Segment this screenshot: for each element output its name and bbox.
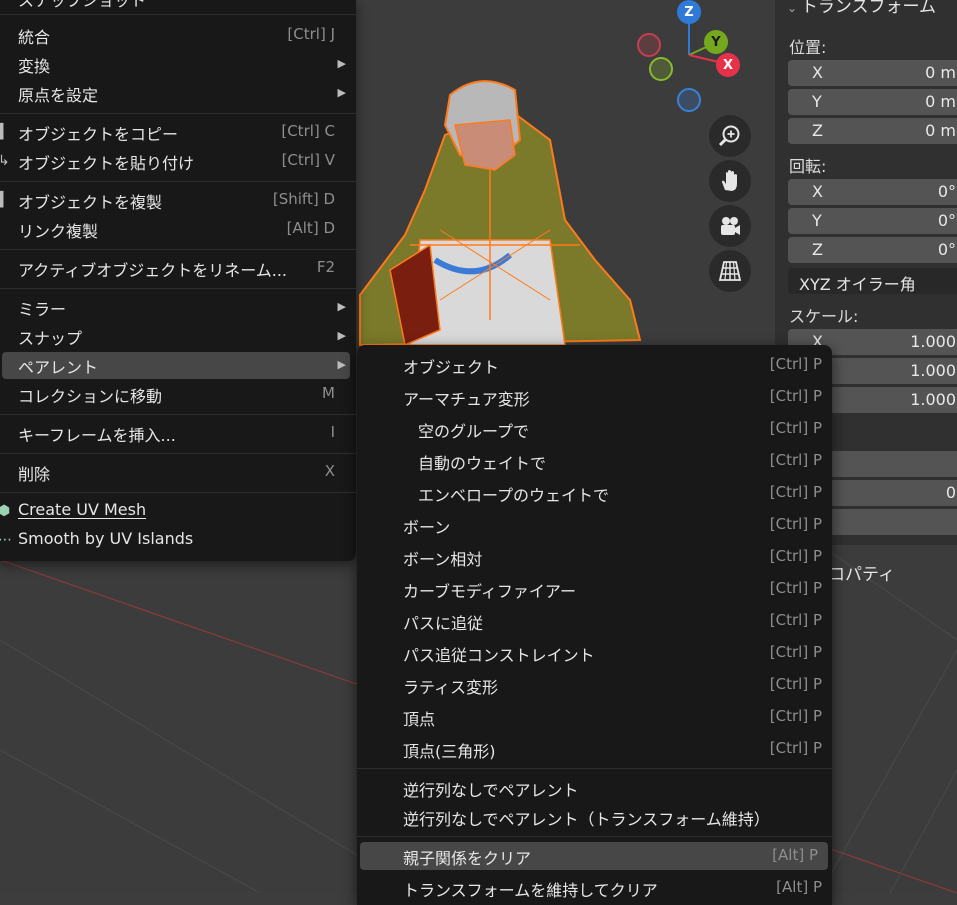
parent-submenu: オブジェクト [Ctrl] P アーマチュア変形 [Ctrl] P 空のグループで[…: [357, 345, 832, 905]
submenu-arrow-icon: ▶: [337, 57, 346, 70]
menu-item-snap[interactable]: スナップ ▶: [0, 323, 350, 350]
submenu-item-with-empty-groups[interactable]: 空のグループで [Ctrl] P: [357, 415, 832, 443]
scale-label: スケール:: [789, 307, 859, 326]
submenu-item-with-automatic-weights[interactable]: 自動のウェイトで [Ctrl] P: [357, 447, 832, 475]
grid-perspective-icon[interactable]: [709, 250, 751, 292]
submenu-item-follow-path[interactable]: パスに追従 [Ctrl] P: [357, 607, 832, 635]
submenu-item-curve-modifier[interactable]: カーブモディファイアー [Ctrl] P: [357, 575, 832, 603]
submenu-item-clear-parent[interactable]: 親子関係をクリア [Alt] P: [360, 842, 828, 870]
copy-icon: ▌: [0, 124, 9, 140]
submenu-arrow-icon: ▶: [337, 86, 346, 99]
menu-item-smooth-by-uv-islands[interactable]: ⋯ Smooth by UV Islands: [0, 527, 350, 554]
submenu-item-bone-relative[interactable]: ボーン相対 [Ctrl] P: [357, 543, 832, 571]
submenu-arrow-icon: ▶: [337, 329, 346, 342]
submenu-item-clear-keep-transform[interactable]: トランスフォームを維持してクリア [Alt] P: [357, 874, 832, 902]
menu-item-insert-keyframe[interactable]: キーフレームを挿入... I: [0, 420, 350, 447]
submenu-item-path-constraint[interactable]: パス追従コンストレイント [Ctrl] P: [357, 639, 832, 667]
submenu-item-lattice-deform[interactable]: ラティス変形 [Ctrl] P: [357, 671, 832, 699]
location-z-field[interactable]: Z0 m: [788, 118, 957, 144]
gizmo-neg-x-axis[interactable]: [637, 33, 661, 57]
rotation-y-field[interactable]: Y 0°: [788, 208, 957, 234]
character-model[interactable]: [350, 70, 670, 360]
menu-item-join[interactable]: 統合 [Ctrl] J: [0, 22, 350, 49]
submenu-item-vertex-triangle[interactable]: 頂点(三角形) [Ctrl] P: [357, 735, 832, 763]
menu-item-create-uv-mesh[interactable]: ⬢ Create UV Mesh: [0, 498, 350, 525]
panel-header[interactable]: ⌄ トランスフォーム: [787, 0, 936, 17]
menu-item-paste-objects[interactable]: ↳ オブジェクトを貼り付け [Ctrl] V: [0, 148, 350, 175]
menu-item-mirror[interactable]: ミラー ▶: [0, 294, 350, 321]
menu-item-set-origin[interactable]: 原点を設定 ▶: [0, 80, 350, 107]
menu-item-parent[interactable]: ペアレント ▶: [2, 352, 350, 379]
gizmo-y-axis[interactable]: Y: [704, 30, 728, 54]
collapse-chevron-icon[interactable]: ⌄: [787, 1, 801, 15]
submenu-item-parent-without-inverse[interactable]: 逆行列なしでペアレント: [357, 774, 832, 802]
submenu-item-with-envelope-weights[interactable]: エンベロープのウェイトで [Ctrl] P: [357, 479, 832, 507]
rotation-z-field[interactable]: Z 0°: [788, 237, 957, 263]
menu-item-copy-objects[interactable]: ▌ オブジェクトをコピー [Ctrl] C: [0, 119, 350, 146]
rotation-mode-select[interactable]: XYZ オイラー角: [788, 268, 957, 294]
menu-item-move-to-collection[interactable]: コレクションに移動 M: [0, 381, 350, 408]
menu-item-rename-active[interactable]: アクティブオブジェクトをリネーム... F2: [0, 255, 350, 282]
gizmo-neg-z-axis[interactable]: [677, 88, 701, 112]
rotation-x-field[interactable]: X 0°: [788, 179, 957, 205]
location-x-field[interactable]: X0 m: [788, 60, 957, 86]
properties-subpanel-header[interactable]: ロパティ: [828, 560, 895, 585]
uv-islands-icon: ⋯: [0, 532, 12, 548]
submenu-item-bone[interactable]: ボーン [Ctrl] P: [357, 511, 832, 539]
hand-pan-icon[interactable]: [709, 160, 751, 202]
gizmo-z-axis[interactable]: Z: [677, 0, 701, 24]
menu-item-duplicate[interactable]: ▌ オブジェクトを複製 [Shift] D: [0, 187, 350, 214]
paste-icon: ↳: [0, 153, 10, 169]
submenu-item-parent-without-inverse-keep-transform[interactable]: 逆行列なしでペアレント（トランスフォーム維持）: [357, 803, 832, 831]
duplicate-icon: ▌: [0, 192, 9, 208]
camera-icon[interactable]: [709, 205, 751, 247]
gizmo-neg-y-axis[interactable]: [649, 57, 673, 81]
menu-item-delete[interactable]: 削除 X: [0, 459, 350, 486]
submenu-arrow-icon: ▶: [337, 358, 346, 371]
zoom-icon[interactable]: [709, 115, 751, 157]
menu-item-convert[interactable]: 変換 ▶: [0, 51, 350, 78]
submenu-arrow-icon: ▶: [337, 300, 346, 313]
gizmo-x-axis[interactable]: X: [716, 53, 740, 77]
object-context-menu: スナップショット 統合 [Ctrl] J 変換 ▶ 原点を設定 ▶ ▌ オブジェクトをコ…: [0, 0, 356, 561]
submenu-item-armature-deform[interactable]: アーマチュア変形 [Ctrl] P: [357, 383, 832, 411]
menu-item-duplicate-linked[interactable]: リンク複製 [Alt] D: [0, 216, 350, 243]
menu-item-partial-top[interactable]: スナップショット: [0, 0, 350, 12]
submenu-item-vertex[interactable]: 頂点 [Ctrl] P: [357, 703, 832, 731]
location-label: 位置:: [789, 38, 827, 57]
uv-mesh-icon: ⬢: [0, 503, 11, 519]
location-y-field[interactable]: Y0 m: [788, 89, 957, 115]
submenu-item-object[interactable]: オブジェクト [Ctrl] P: [357, 351, 832, 379]
rotation-label: 回転:: [789, 157, 827, 176]
